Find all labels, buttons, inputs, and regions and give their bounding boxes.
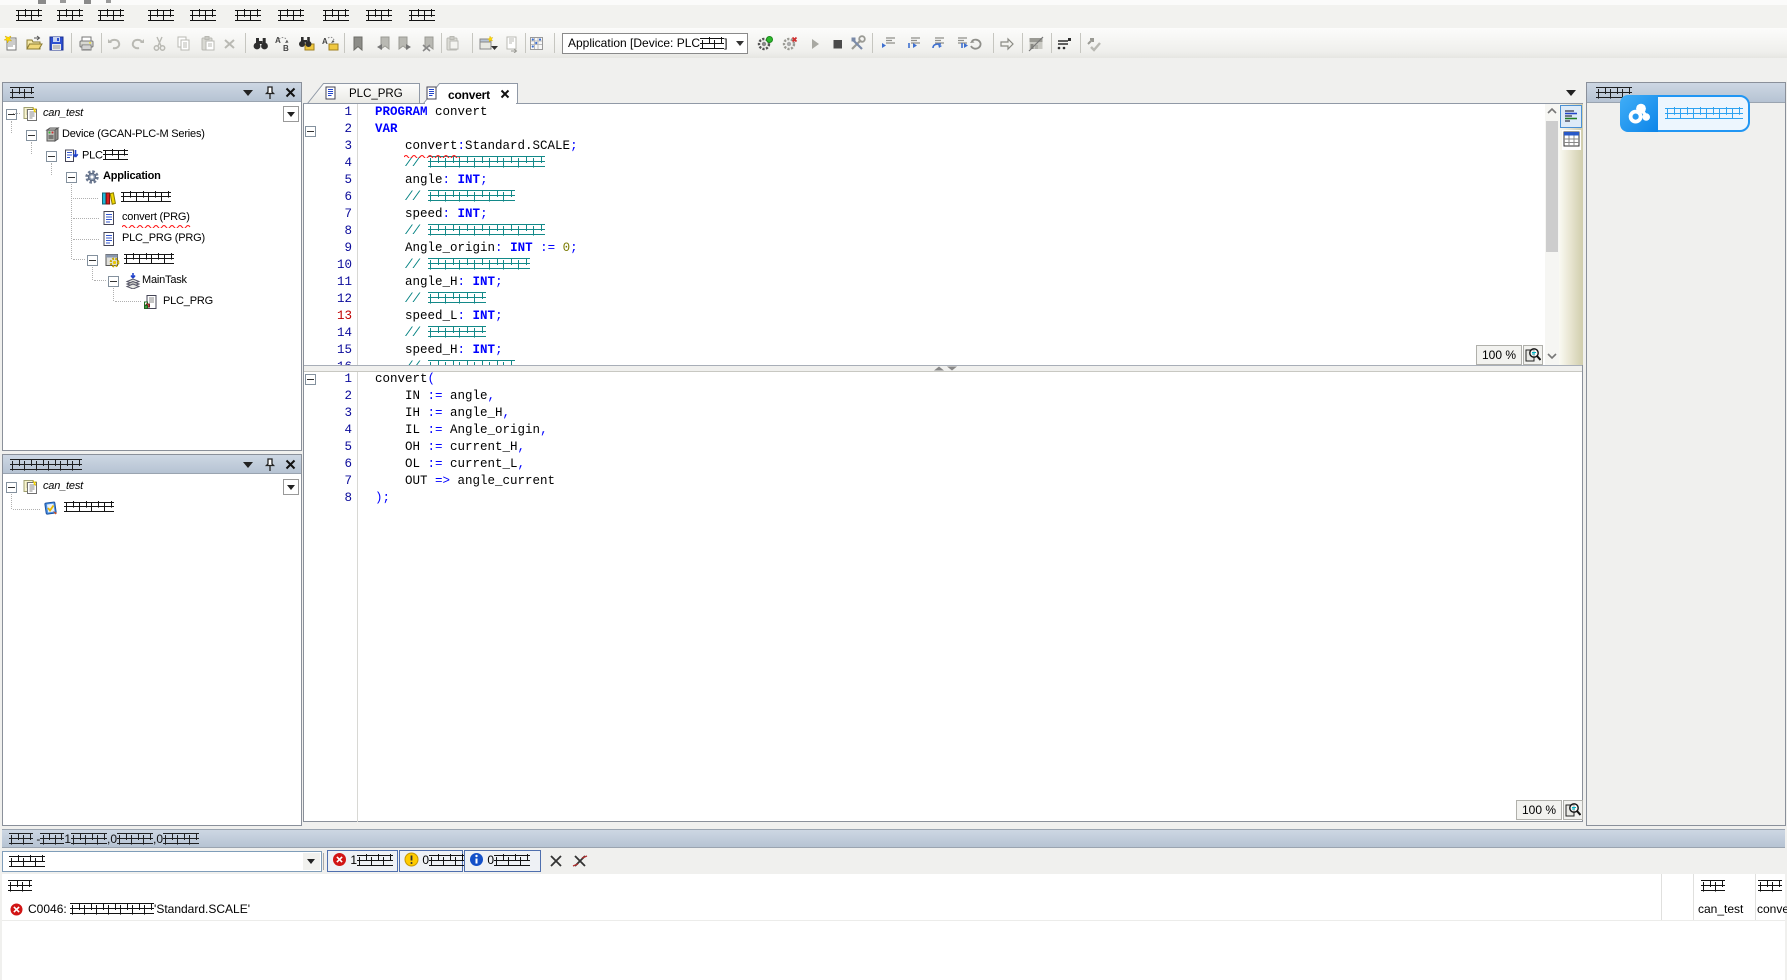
svg-text:A: A xyxy=(322,37,328,46)
svg-text:B: B xyxy=(283,44,289,53)
svg-text:A: A xyxy=(275,36,281,45)
